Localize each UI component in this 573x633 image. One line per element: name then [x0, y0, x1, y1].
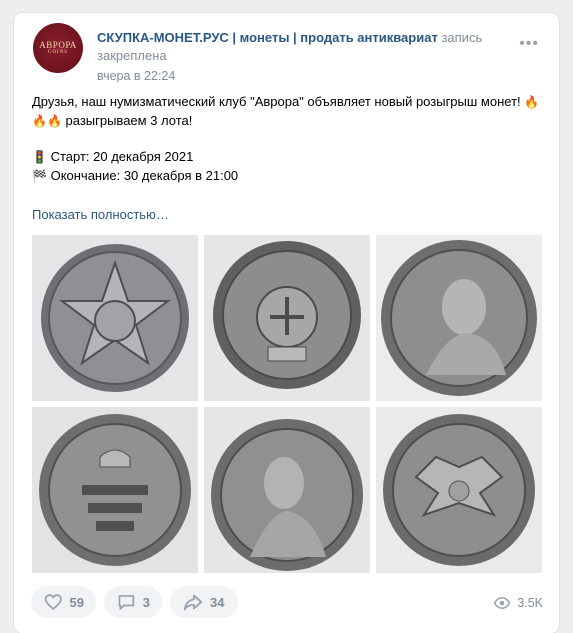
views-count: 3.5K [517, 596, 543, 610]
start-date: Старт: 20 декабря 2021 [50, 149, 194, 164]
traffic-light-icon: 🚦 [32, 150, 47, 164]
comment-button[interactable]: 3 [104, 586, 162, 618]
like-button[interactable]: 59 [31, 586, 96, 618]
post-text: Друзья, наш нумизматический клуб "Аврора… [32, 93, 542, 185]
share-count: 34 [210, 594, 225, 610]
post-card: АВРОРА COINS СКУПКА-МОНЕТ.РУС | монеты |… [14, 13, 559, 633]
post-text-line2: разыгрываем 3 лота! [61, 112, 193, 128]
checkered-flag-icon: 🏁 [32, 168, 47, 183]
like-count: 59 [69, 594, 84, 610]
show-more-link[interactable]: Показать полностью… [32, 207, 169, 222]
post-actions: 59 3 34 3.5K [31, 586, 543, 620]
photo-coin-double-eagle[interactable] [376, 407, 542, 573]
post-time[interactable]: вчера в 22:24 [97, 67, 507, 85]
avatar-bottom-text: COINS [47, 50, 68, 55]
author-link[interactable]: СКУПКА-МОНЕТ.РУС | монеты | продать анти… [97, 30, 438, 45]
photo-coin-soviet-emblem[interactable] [204, 235, 370, 401]
end-date: Окончание: 30 декабря в 21:00 [50, 167, 239, 183]
avatar-top-text: АВРОРА [39, 40, 77, 50]
photo-coin-grivennik[interactable] [32, 407, 198, 573]
views-counter: 3.5K [493, 594, 543, 612]
share-button[interactable]: 34 [170, 586, 238, 618]
photo-coin-catherine-portrait[interactable] [204, 407, 370, 573]
photo-grid [32, 235, 542, 573]
photo-coin-empress-portrait[interactable] [376, 235, 542, 401]
avatar[interactable]: АВРОРА COINS [33, 23, 83, 73]
photo-coin-50-kopeks[interactable] [32, 235, 198, 401]
post-header: СКУПКА-МОНЕТ.РУС | монеты | продать анти… [97, 29, 507, 85]
share-icon [183, 594, 203, 611]
heart-icon [44, 594, 62, 610]
comment-count: 3 [142, 594, 150, 610]
comment-icon [118, 595, 135, 610]
more-dots-icon[interactable]: ••• [519, 35, 539, 53]
eye-icon [493, 596, 511, 610]
post-text-line1: Друзья, наш нумизматический клуб "Аврора… [32, 94, 525, 109]
